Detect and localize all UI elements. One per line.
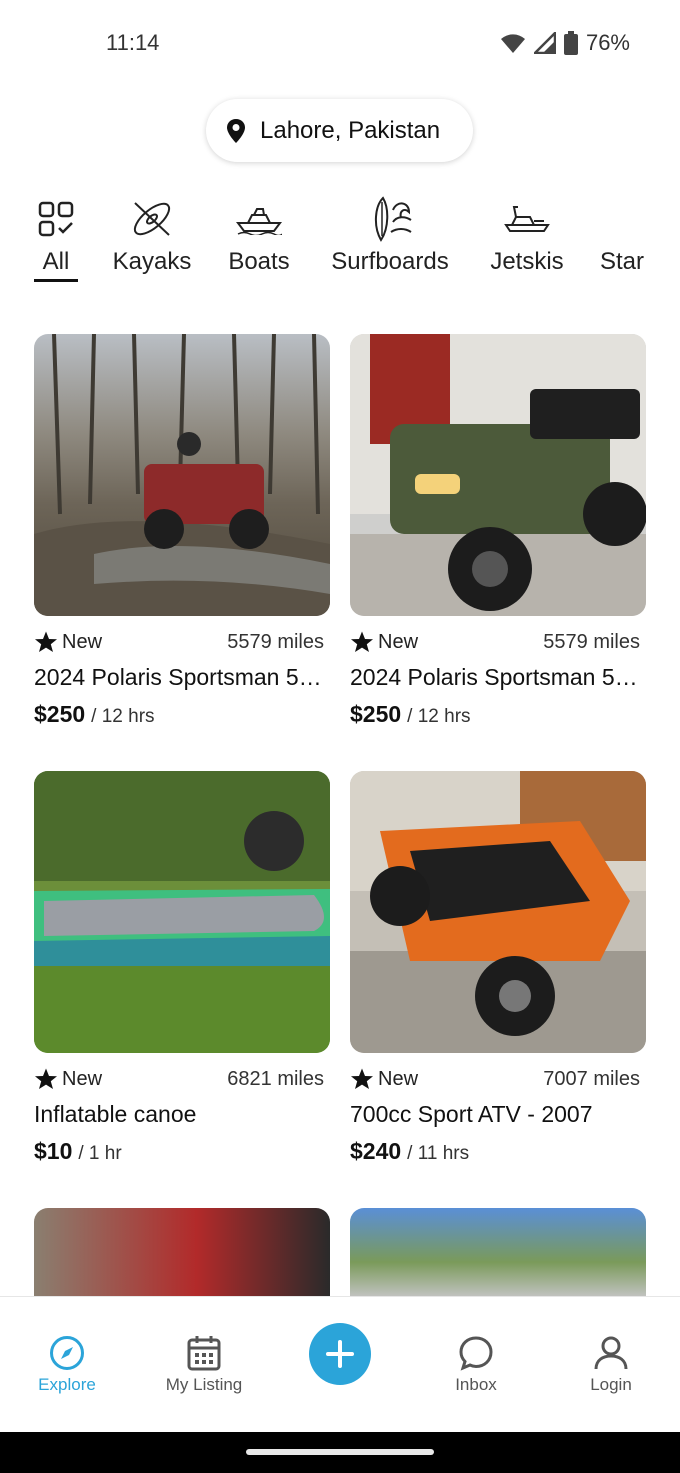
tab-jetskis-label: Jetskis: [490, 248, 564, 275]
nav-login[interactable]: Login: [551, 1335, 671, 1395]
star-icon: [35, 631, 57, 652]
listing-rate-unit: / 11 hrs: [407, 1143, 470, 1164]
listing-photo-atv-mud[interactable]: [34, 334, 330, 616]
wifi-icon: [500, 34, 525, 53]
condition-label: New: [378, 630, 419, 653]
condition-label: New: [62, 1067, 103, 1090]
listing-title: 2024 Polaris Sportsman 570: [350, 664, 640, 690]
condition-label: New: [378, 1067, 419, 1090]
nav-login-label: Login: [590, 1375, 632, 1394]
listing-price: $250: [34, 701, 86, 727]
listing-photo-atv-orange[interactable]: [350, 771, 646, 1053]
listing-rate-unit: / 12 hrs: [407, 706, 471, 727]
status-icons: 76%: [500, 30, 630, 56]
listing-price: $240: [350, 1138, 402, 1164]
nav-my-listing[interactable]: My Listing: [144, 1335, 264, 1395]
miles-label: 5579 miles: [543, 630, 640, 653]
listing-photo-canoe[interactable]: [34, 771, 330, 1053]
system-navigation-bar: [0, 1432, 680, 1473]
nav-explore[interactable]: Explore: [7, 1335, 127, 1395]
miles-label: 6821 miles: [227, 1067, 324, 1090]
listing-card[interactable]: New 5579 miles 2024 Polaris Sportsman 57…: [34, 334, 330, 728]
listing-card[interactable]: New 5579 miles 2024 Polaris Sportsman 57…: [350, 334, 646, 728]
category-tabs: All Kayaks Boats Surfboards Jetskis Star: [0, 196, 680, 292]
nav-inbox[interactable]: Inbox: [416, 1335, 536, 1395]
home-indicator[interactable]: [246, 1449, 434, 1455]
listing-rate-unit: / 1 hr: [78, 1143, 122, 1164]
listing-card[interactable]: New 6821 miles Inflatable canoe $10 / 1 …: [34, 771, 330, 1165]
condition-label: New: [62, 630, 103, 653]
listing-price: $250: [350, 701, 402, 727]
tab-surfboards-label: Surfboards: [331, 248, 449, 275]
tab-kayaks-label: Kayaks: [112, 248, 192, 275]
signal-icon: [533, 32, 556, 54]
tab-jetskis[interactable]: Jetskis: [486, 196, 568, 276]
plus-icon: [326, 1340, 354, 1368]
listing-card[interactable]: New 7007 miles 700cc Sport ATV - 2007 $2…: [350, 771, 646, 1165]
calendar-icon: [187, 1336, 221, 1371]
jetski-icon: [504, 196, 550, 242]
status-bar: 11:14 76%: [0, 0, 680, 88]
surfboard-icon: [367, 196, 413, 242]
grid-check-icon: [38, 196, 74, 242]
tab-boats-label: Boats: [228, 248, 290, 275]
listing-title: Inflatable canoe: [34, 1101, 197, 1127]
status-time: 11:14: [106, 30, 160, 55]
battery-percent: 76%: [585, 30, 630, 55]
tab-star[interactable]: Star: [600, 196, 680, 276]
user-icon: [594, 1336, 628, 1370]
location-label: Lahore, Pakistan: [260, 116, 441, 144]
tab-surfboards[interactable]: Surfboards: [326, 196, 454, 276]
star-icon: [35, 1068, 57, 1089]
tab-kayaks[interactable]: Kayaks: [111, 196, 193, 276]
tab-star-label: Star: [600, 248, 645, 275]
bottom-navigation: Explore My Listing Inbox Login: [0, 1296, 680, 1432]
boat-icon: [236, 196, 282, 242]
add-listing-button[interactable]: [309, 1323, 371, 1385]
chat-bubble-icon: [459, 1336, 493, 1371]
listing-photo-partial[interactable]: [34, 1208, 330, 1298]
miles-label: 7007 miles: [543, 1067, 640, 1090]
location-pin-icon: [227, 118, 245, 143]
tab-all[interactable]: All: [36, 196, 76, 276]
nav-inbox-label: Inbox: [455, 1375, 497, 1394]
star-icon: [351, 1068, 373, 1089]
selected-tab-indicator: [34, 279, 78, 282]
nav-my-listing-label: My Listing: [165, 1375, 243, 1394]
star-icon: [351, 631, 373, 652]
listing-rate-unit: / 12 hrs: [91, 706, 155, 727]
miles-label: 5579 miles: [227, 630, 324, 653]
battery-icon: [563, 31, 578, 55]
kayak-icon: [129, 196, 175, 242]
location-selector[interactable]: Lahore, Pakistan: [206, 99, 473, 162]
tab-boats[interactable]: Boats: [224, 196, 294, 276]
compass-icon: [50, 1336, 84, 1370]
tab-all-label: All: [42, 248, 70, 275]
listing-photo-atv-green[interactable]: [350, 334, 646, 616]
listing-photo-partial[interactable]: [350, 1208, 646, 1298]
nav-explore-label: Explore: [38, 1375, 96, 1394]
listing-title: 700cc Sport ATV - 2007: [350, 1101, 593, 1127]
listing-price: $10: [34, 1138, 73, 1164]
listing-title: 2024 Polaris Sportsman 570: [34, 664, 324, 690]
